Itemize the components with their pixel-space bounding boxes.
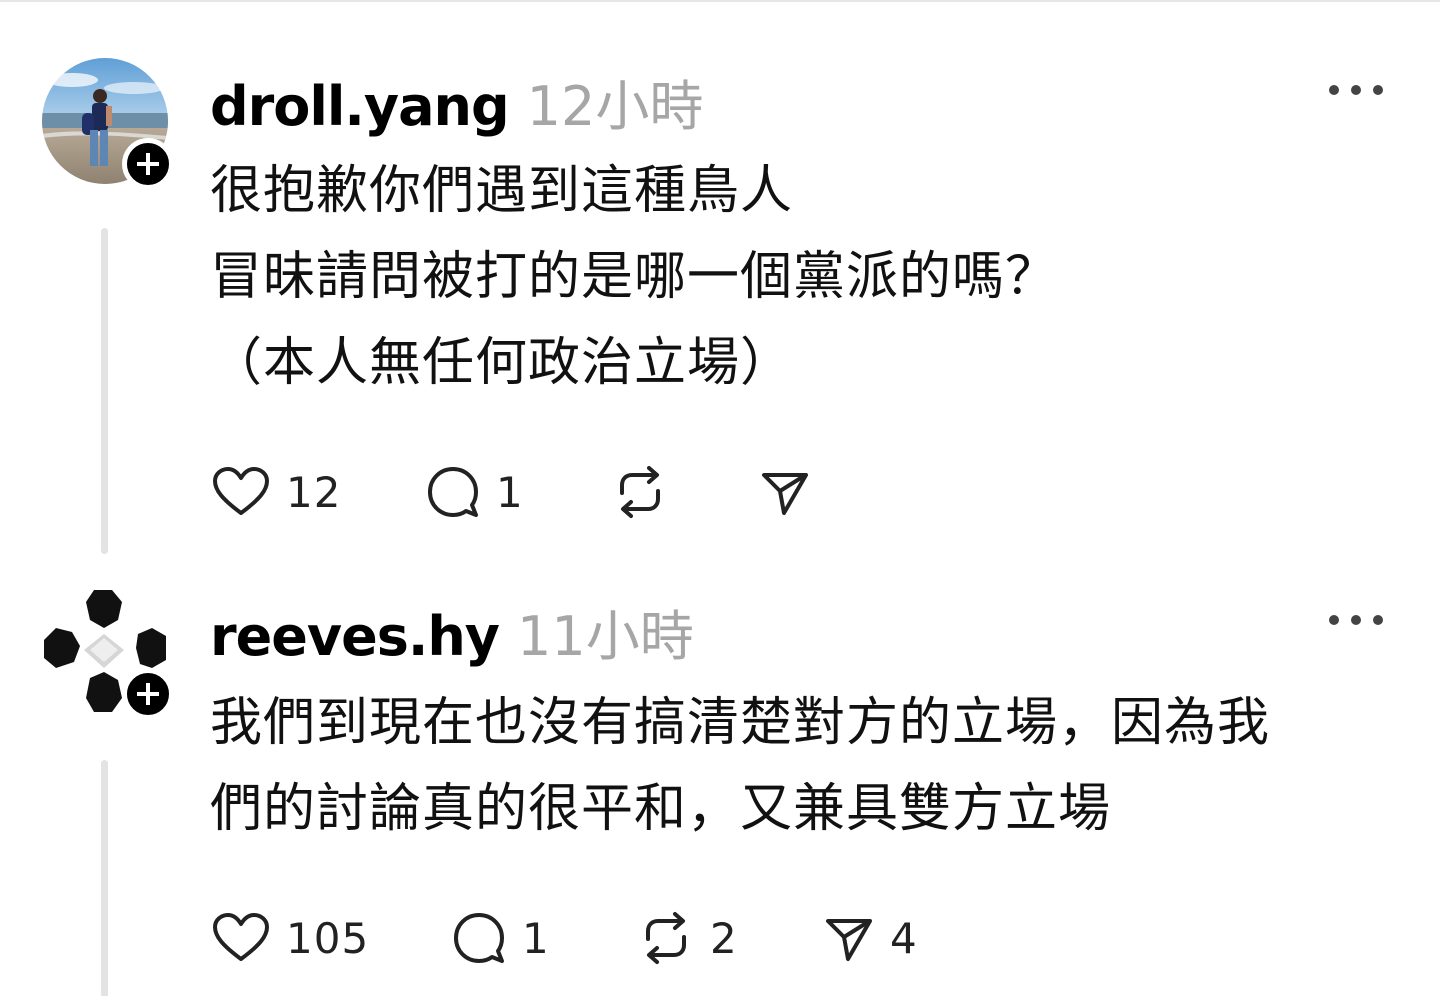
share-button[interactable]: 4 [824,908,918,968]
repost-count: 2 [710,913,738,963]
repost-icon [646,912,686,964]
share-button[interactable] [760,462,826,522]
post-text-line: （本人無任何政治立場） [210,333,794,393]
reply-button[interactable]: 1 [452,908,550,968]
like-button[interactable]: 105 [212,908,369,968]
post-text-line: 冒昧請問被打的是哪一個黨派的嗎？ [210,247,1059,307]
username[interactable]: droll.yang [210,75,510,138]
reply-button[interactable]: 1 [426,462,524,522]
plus-icon [137,153,159,175]
like-button[interactable]: 12 [212,462,341,522]
post-body: 我們到現在也沒有搞清楚對方的立場，因為我 們的討論真的很平和，又兼具雙方立場 [210,680,1390,852]
heart-icon [213,913,269,961]
send-icon [762,473,808,515]
follow-button[interactable] [122,668,174,720]
like-count: 105 [286,913,370,963]
more-options-button[interactable] [1326,610,1386,630]
plus-icon [137,683,159,705]
post-text-line: 我們到現在也沒有搞清楚對方的立場，因為我 [210,693,1271,753]
thread-connector-line [101,228,108,554]
username[interactable]: reeves.hy [210,605,500,668]
like-count: 12 [286,467,342,517]
avatar-container[interactable] [42,58,174,190]
send-icon [826,919,872,961]
more-options-button[interactable] [1326,80,1386,100]
more-horizontal-icon [1329,615,1383,625]
threads-reply-list: droll.yang 12小時 很抱歉你們遇到這種鳥人 冒昧請問被打的是哪一個黨… [0,0,1440,996]
repost-button[interactable]: 2 [638,908,738,968]
heart-icon [213,467,269,515]
more-horizontal-icon [1329,85,1383,95]
repost-button[interactable] [612,462,684,522]
follow-button[interactable] [122,138,174,190]
post-body: 很抱歉你們遇到這種鳥人 冒昧請問被打的是哪一個黨派的嗎？ （本人無任何政治立場） [210,148,1390,406]
thread-connector-line [101,760,108,996]
timestamp: 11小時 [517,605,694,668]
avatar-container[interactable] [42,588,174,720]
post-text-line: 們的討論真的很平和，又兼具雙方立場 [210,779,1112,839]
comment-count: 1 [496,467,524,517]
post-header: reeves.hy 11小時 [210,592,694,671]
comment-count: 1 [522,913,550,963]
post-header: droll.yang 12小時 [210,62,703,141]
comment-icon [428,467,478,517]
share-count: 4 [890,913,918,963]
repost-icon [620,466,660,518]
timestamp: 12小時 [526,75,704,138]
comment-icon [454,913,504,963]
post-text-line: 很抱歉你們遇到這種鳥人 [210,161,794,221]
